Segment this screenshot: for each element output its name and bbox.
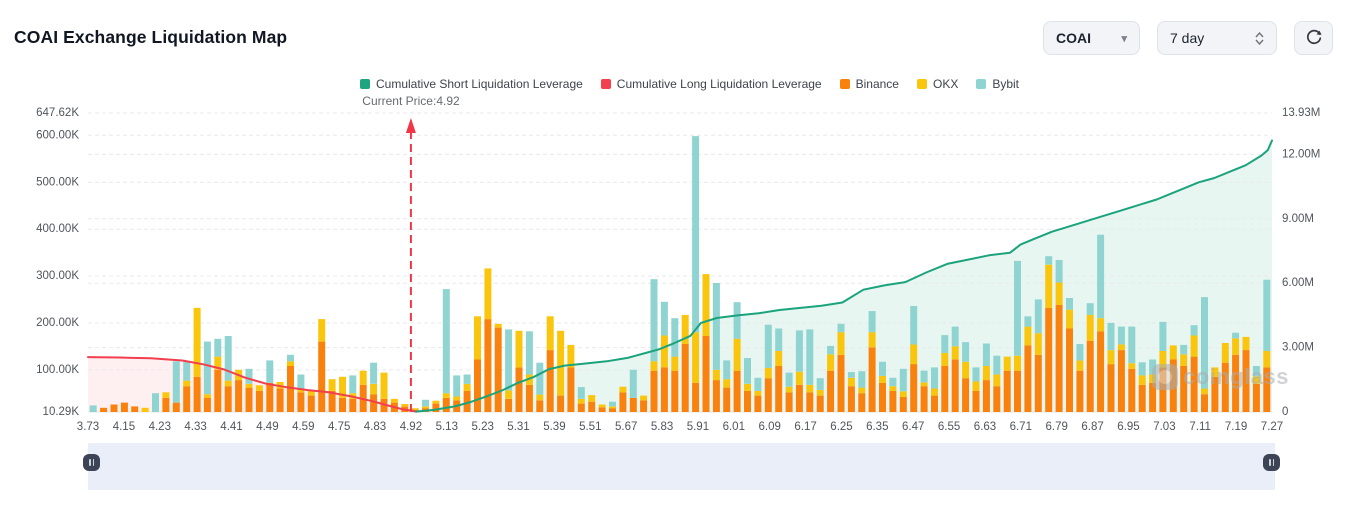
svg-text:5.13: 5.13 [436,421,458,433]
svg-text:647.62K: 647.62K [36,107,79,119]
svg-text:7.03: 7.03 [1153,421,1175,433]
svg-text:6.71: 6.71 [1010,421,1032,433]
svg-text:6.17: 6.17 [794,421,816,433]
svg-text:5.67: 5.67 [615,421,637,433]
svg-text:100.00K: 100.00K [36,364,79,376]
svg-text:6.01: 6.01 [723,421,745,433]
legend-item-binance[interactable]: Binance [840,77,899,91]
svg-text:6.79: 6.79 [1046,421,1068,433]
svg-text:6.00M: 6.00M [1282,277,1314,289]
svg-text:7.27: 7.27 [1261,421,1283,433]
svg-text:4.41: 4.41 [220,421,242,433]
svg-text:4.83: 4.83 [364,421,386,433]
svg-text:6.09: 6.09 [759,421,781,433]
svg-text:600.00K: 600.00K [36,129,79,141]
svg-text:6.25: 6.25 [830,421,852,433]
binance-legend-chip [840,79,850,89]
legend-item-short[interactable]: Cumulative Short Liquidation Leverage [360,77,583,91]
svg-text:7.19: 7.19 [1225,421,1247,433]
svg-text:200.00K: 200.00K [36,317,79,329]
svg-text:12.00M: 12.00M [1282,148,1320,160]
bybit-legend-chip [976,79,986,89]
range-handle-right[interactable] [1263,454,1280,471]
svg-text:5.51: 5.51 [579,421,601,433]
svg-text:6.47: 6.47 [902,421,924,433]
chart-legend: Cumulative Short Liquidation Leverage Cu… [360,77,1019,91]
period-select[interactable]: 7 day [1157,21,1277,55]
svg-text:300.00K: 300.00K [36,270,79,282]
long-legend-chip [601,79,611,89]
svg-text:0: 0 [1282,406,1288,418]
current-price-label: Current Price:4.92 [331,94,491,108]
period-select-value: 7 day [1170,30,1204,46]
svg-text:6.35: 6.35 [866,421,888,433]
svg-text:10.29K: 10.29K [43,406,80,418]
svg-text:4.92: 4.92 [400,421,422,433]
svg-text:3.00M: 3.00M [1282,342,1314,354]
liquidation-map-page: 647.62K 600.00K 500.00K 400.00K 300.00K 200.0… [0,0,1347,517]
svg-text:4.15: 4.15 [113,421,135,433]
svg-text:4.33: 4.33 [184,421,206,433]
svg-text:5.31: 5.31 [507,421,529,433]
okx-legend-chip [917,79,927,89]
svg-text:9.00M: 9.00M [1282,213,1314,225]
symbol-select[interactable]: COAI ▾ [1043,21,1140,55]
svg-text:400.00K: 400.00K [36,223,79,235]
svg-text:4.23: 4.23 [149,421,171,433]
svg-text:6.63: 6.63 [974,421,996,433]
legend-item-bybit[interactable]: Bybit [976,77,1019,91]
svg-text:5.83: 5.83 [651,421,673,433]
svg-text:5.39: 5.39 [543,421,565,433]
toolbar: COAI ▾ 7 day [1043,21,1333,55]
page-title: COAI Exchange Liquidation Map [14,27,287,48]
svg-text:3.73: 3.73 [77,421,99,433]
svg-text:4.59: 4.59 [292,421,314,433]
short-legend-chip [360,79,370,89]
svg-text:5.23: 5.23 [472,421,494,433]
svg-text:4.75: 4.75 [328,421,350,433]
svg-text:500.00K: 500.00K [36,176,79,188]
refresh-icon [1304,27,1324,50]
legend-item-okx[interactable]: OKX [917,77,958,91]
legend-item-long[interactable]: Cumulative Long Liquidation Leverage [601,77,822,91]
svg-text:7.11: 7.11 [1189,421,1211,433]
zoom-range-track[interactable] [88,443,1275,490]
refresh-button[interactable] [1294,21,1333,55]
up-down-stepper-icon [1255,32,1264,45]
svg-text:5.91: 5.91 [687,421,709,433]
range-handle-left[interactable] [83,454,100,471]
svg-text:6.55: 6.55 [938,421,960,433]
current-price-marker [406,118,416,412]
svg-text:6.95: 6.95 [1117,421,1139,433]
symbol-select-value: COAI [1056,30,1091,46]
svg-text:4.49: 4.49 [256,421,278,433]
svg-text:13.93M: 13.93M [1282,107,1320,119]
chevron-down-icon: ▾ [1121,32,1127,45]
svg-text:6.87: 6.87 [1081,421,1103,433]
